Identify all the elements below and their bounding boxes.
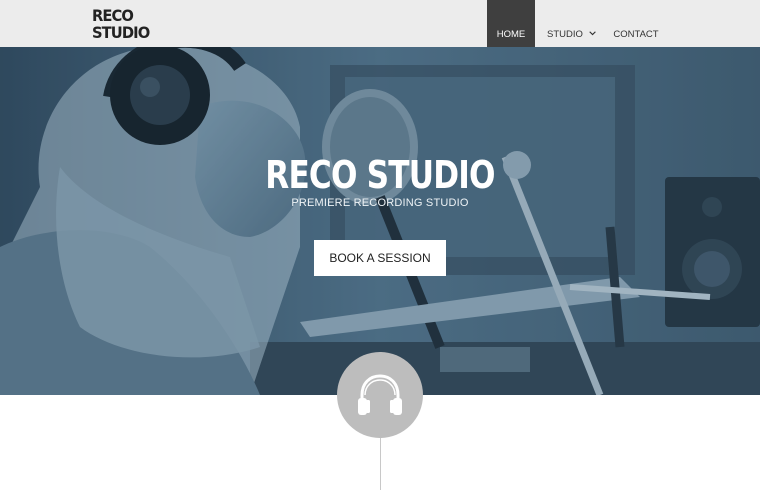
book-session-button[interactable]: BOOK A SESSION [314,240,446,276]
chevron-down-icon [589,30,596,35]
nav-item-contact[interactable]: CONTACT [606,0,666,47]
hero-subtitle: PREMIERE RECORDING STUDIO [291,197,469,209]
brand-line-2: STUDIO [92,23,150,42]
nav-home-label: HOME [496,28,526,40]
hero-background-photo [0,47,760,395]
brand-logo[interactable]: RECO STUDIO [92,6,150,42]
site-header: RECO STUDIO HOME STUDIO CONTACT [0,0,760,47]
nav-item-studio[interactable]: STUDIO [540,0,596,47]
headphones-icon [358,374,402,415]
feature-circle [337,352,423,438]
nav-contact-label: CONTACT [613,28,659,40]
brand-line-1: RECO [92,6,134,25]
hero-section: RECO STUDIO PREMIERE RECORDING STUDIO BO… [0,47,760,395]
nav-studio-label: STUDIO [547,28,583,40]
hero-title: RECO STUDIO [265,153,495,197]
nav-item-home[interactable]: HOME [487,0,535,47]
